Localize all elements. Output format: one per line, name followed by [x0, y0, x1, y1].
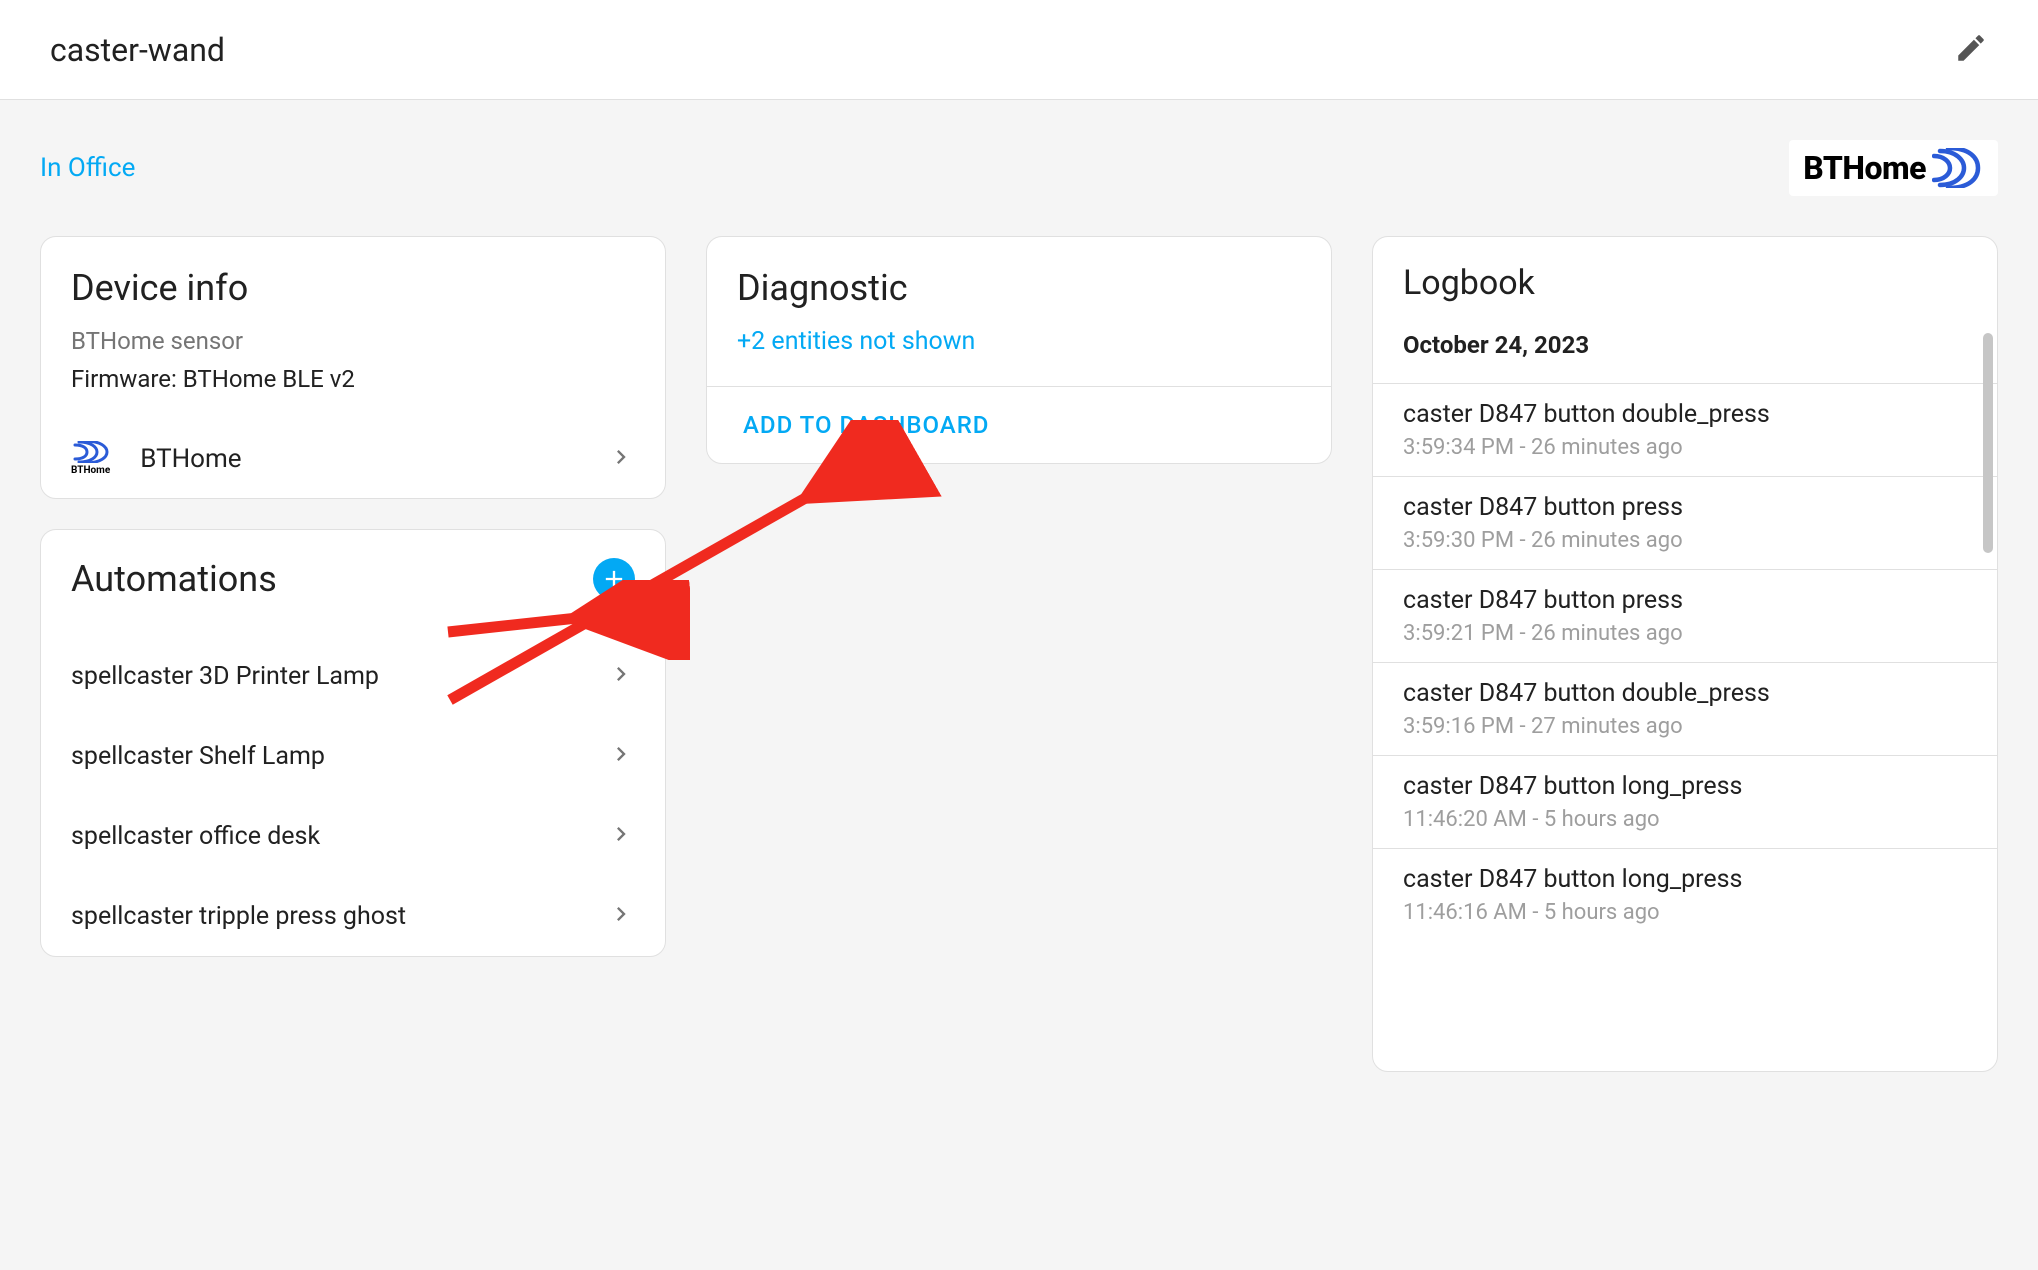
device-type: BTHome sensor — [41, 327, 665, 365]
scrollbar-thumb[interactable] — [1983, 333, 1993, 553]
device-info-title: Device info — [41, 237, 665, 327]
logbook-entry-title: caster D847 button double_press — [1403, 679, 1967, 708]
logbook-entry[interactable]: caster D847 button press 3:59:21 PM - 26 … — [1373, 569, 1997, 662]
chevron-right-icon — [607, 740, 635, 772]
chevron-right-icon — [607, 900, 635, 932]
automation-label: spellcaster 3D Printer Lamp — [71, 662, 379, 691]
automation-row[interactable]: spellcaster Shelf Lamp — [41, 716, 665, 796]
add-to-dashboard-button[interactable]: ADD TO DASHBOARD — [707, 386, 1331, 463]
logbook-entry-title: caster D847 button press — [1403, 586, 1967, 615]
logbook-entry-time: 3:59:34 PM - 26 minutes ago — [1403, 435, 1967, 460]
logbook-entry-time: 3:59:16 PM - 27 minutes ago — [1403, 714, 1967, 739]
top-row: In Office BTHome — [40, 140, 1998, 196]
diagnostic-title: Diagnostic — [707, 237, 1331, 327]
chevron-right-icon — [607, 443, 635, 475]
logbook-entry-title: caster D847 button long_press — [1403, 772, 1967, 801]
logbook-entry-title: caster D847 button press — [1403, 493, 1967, 522]
automations-list: spellcaster 3D Printer Lamp spellcaster S… — [41, 636, 665, 956]
integration-name: BTHome — [140, 444, 241, 474]
automation-label: spellcaster office desk — [71, 822, 320, 851]
chevron-right-icon — [607, 660, 635, 692]
hidden-entities-link[interactable]: +2 entities not shown — [707, 327, 1331, 386]
logbook-entry-time: 3:59:30 PM - 26 minutes ago — [1403, 528, 1967, 553]
automation-row[interactable]: spellcaster office desk — [41, 796, 665, 876]
integration-row[interactable]: BTHome BTHome — [41, 423, 665, 498]
logbook-entry[interactable]: caster D847 button long_press 11:46:16 AM… — [1373, 848, 1997, 941]
integration-logo-text: BTHome — [1803, 149, 1926, 187]
automation-label: spellcaster tripple press ghost — [71, 902, 406, 931]
area-link[interactable]: In Office — [40, 153, 135, 183]
automation-row[interactable]: spellcaster tripple press ghost — [41, 876, 665, 956]
logbook-list: caster D847 button double_press 3:59:34 P… — [1373, 383, 1997, 941]
automations-title: Automations — [71, 558, 277, 600]
logbook-entry[interactable]: caster D847 button double_press 3:59:34 P… — [1373, 383, 1997, 476]
logbook-entry-time: 3:59:21 PM - 26 minutes ago — [1403, 621, 1967, 646]
content-area: In Office BTHome Device info BTHome sens… — [0, 100, 2038, 1072]
logbook-date: October 24, 2023 — [1373, 321, 1997, 383]
logbook-entry[interactable]: caster D847 button double_press 3:59:16 P… — [1373, 662, 1997, 755]
column-left: Device info BTHome sensor Firmware: BTHo… — [40, 236, 666, 957]
logbook-entry-title: caster D847 button double_press — [1403, 400, 1967, 429]
device-info-card: Device info BTHome sensor Firmware: BTHo… — [40, 236, 666, 499]
integration-logo: BTHome — [1789, 140, 1998, 196]
logbook-entry-time: 11:46:16 AM - 5 hours ago — [1403, 900, 1967, 925]
chevron-right-icon — [607, 820, 635, 852]
page-title: caster-wand — [50, 31, 225, 69]
logbook-title: Logbook — [1373, 237, 1997, 321]
edit-icon[interactable] — [1954, 31, 1988, 69]
logbook-body[interactable]: October 24, 2023 caster D847 button doub… — [1373, 321, 1997, 1071]
device-firmware: Firmware: BTHome BLE v2 — [41, 365, 665, 423]
logbook-entry-title: caster D847 button long_press — [1403, 865, 1967, 894]
page-header: caster-wand — [0, 0, 2038, 100]
automation-row[interactable]: spellcaster 3D Printer Lamp — [41, 636, 665, 716]
wifi-waves-icon — [1932, 148, 1984, 188]
automations-header: Automations — [41, 530, 665, 618]
bthome-small-icon: BTHome — [71, 441, 110, 476]
plus-icon — [600, 565, 628, 593]
logbook-entry-time: 11:46:20 AM - 5 hours ago — [1403, 807, 1967, 832]
logbook-card: Logbook October 24, 2023 caster D847 but… — [1372, 236, 1998, 1072]
add-automation-button[interactable] — [593, 558, 635, 600]
column-center: Diagnostic +2 entities not shown ADD TO … — [706, 236, 1332, 464]
automations-card: Automations spellcaster 3D Printer Lamps… — [40, 529, 666, 957]
integration-row-left: BTHome BTHome — [71, 441, 242, 476]
columns: Device info BTHome sensor Firmware: BTHo… — [40, 236, 1998, 1072]
diagnostic-card: Diagnostic +2 entities not shown ADD TO … — [706, 236, 1332, 464]
automation-label: spellcaster Shelf Lamp — [71, 742, 325, 771]
column-right: Logbook October 24, 2023 caster D847 but… — [1372, 236, 1998, 1072]
bthome-icon-label: BTHome — [71, 465, 110, 476]
logbook-entry[interactable]: caster D847 button press 3:59:30 PM - 26 … — [1373, 476, 1997, 569]
logbook-entry[interactable]: caster D847 button long_press 11:46:20 AM… — [1373, 755, 1997, 848]
